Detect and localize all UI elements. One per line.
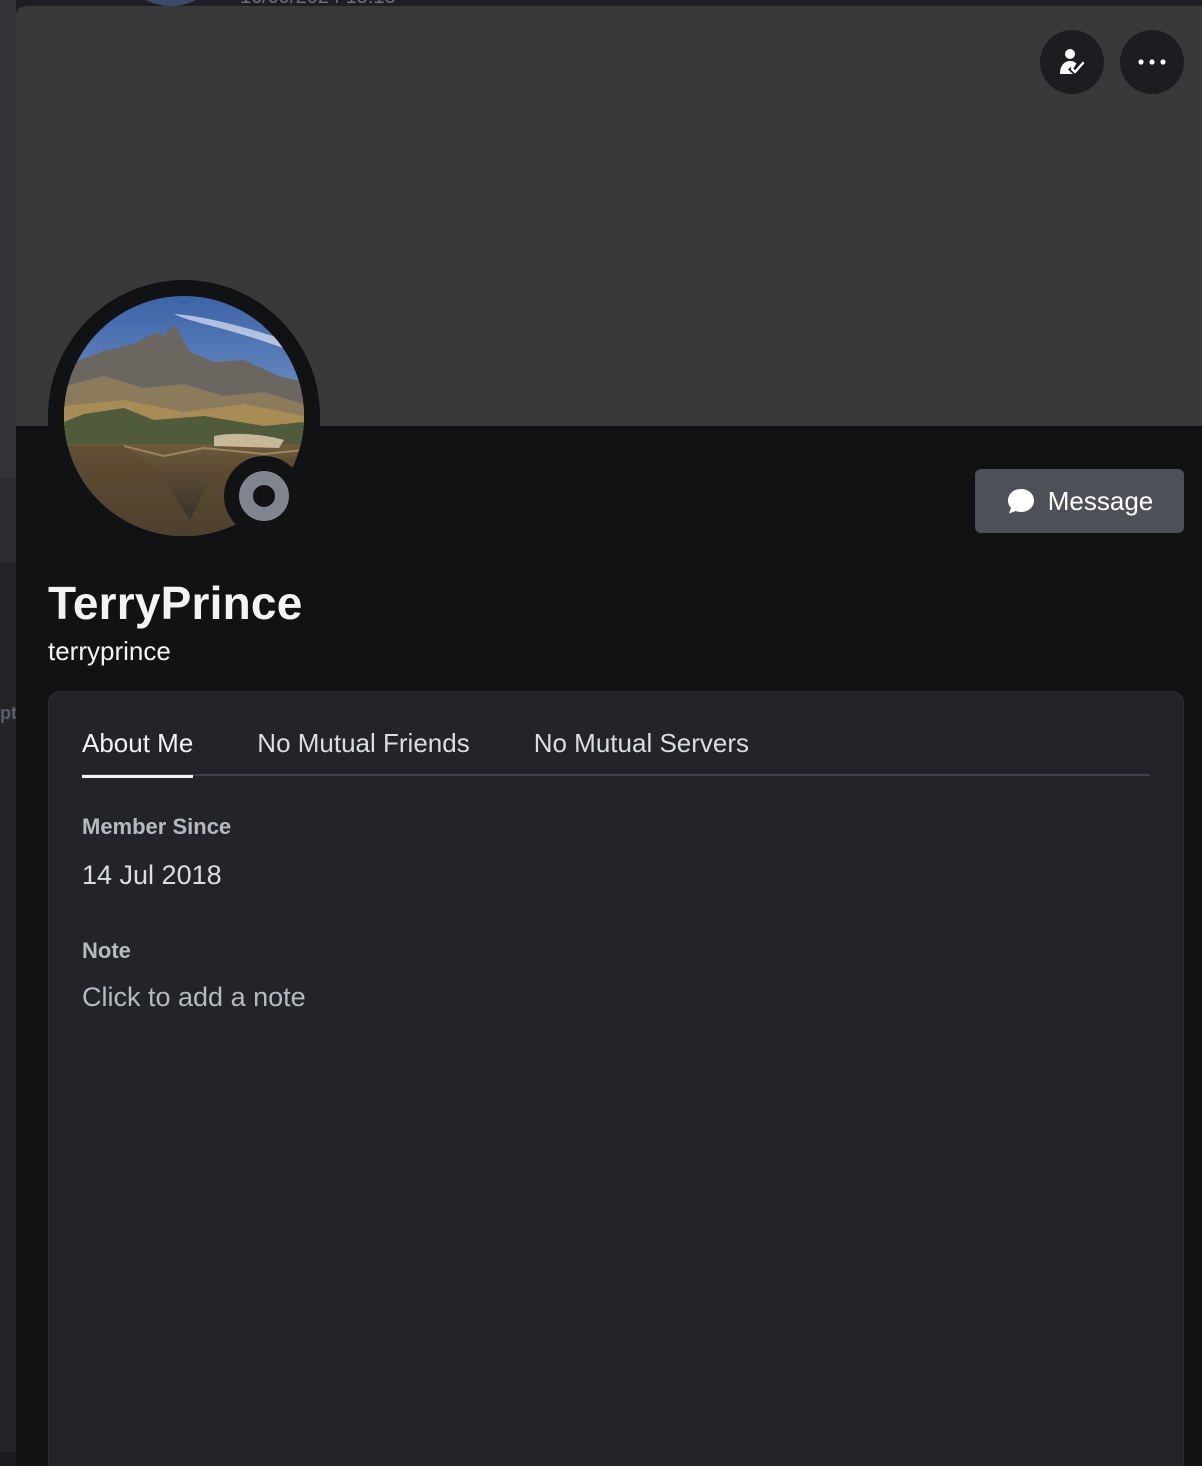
note-label: Note — [82, 938, 131, 964]
friend-check-icon — [1057, 47, 1087, 77]
profile-details-panel: About Me No Mutual Friends No Mutual Ser… — [48, 691, 1184, 1466]
more-options-icon — [1137, 58, 1167, 66]
friend-status-button[interactable] — [1040, 30, 1104, 94]
background-left-strip — [0, 0, 16, 1452]
user-profile-modal: Message TerryPrince terryprince About Me… — [16, 6, 1202, 1466]
profile-tabs: About Me No Mutual Friends No Mutual Ser… — [82, 724, 1150, 776]
message-button-label: Message — [1048, 486, 1154, 517]
tab-about-me[interactable]: About Me — [82, 724, 193, 776]
more-options-button[interactable] — [1120, 30, 1184, 94]
display-name: TerryPrince — [48, 576, 302, 630]
username: terryprince — [48, 636, 171, 667]
message-button[interactable]: Message — [975, 469, 1184, 533]
status-offline-indicator — [239, 471, 289, 521]
tab-mutual-servers[interactable]: No Mutual Servers — [534, 724, 749, 776]
chat-bubble-icon — [1006, 487, 1036, 515]
member-since-value: 14 Jul 2018 — [82, 860, 222, 891]
note-input[interactable]: Click to add a note — [82, 982, 1150, 1022]
member-since-label: Member Since — [82, 814, 231, 840]
tab-mutual-friends[interactable]: No Mutual Friends — [257, 724, 469, 776]
background-text-fragment: pt — [0, 703, 16, 724]
